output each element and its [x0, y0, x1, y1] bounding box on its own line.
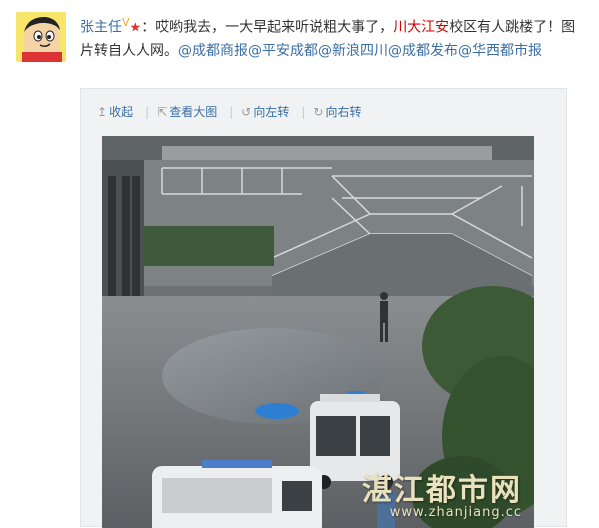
name-separator: ：	[141, 19, 156, 36]
rotate-right-icon: ↻	[313, 105, 324, 119]
media-box: ↥ 收起 | ⇱ 查看大图 | ↺ 向左转 | ↻ 向右转 湛江都市网 www.…	[80, 88, 567, 528]
rotate-right-button[interactable]: ↻ 向右转	[313, 105, 361, 119]
divider: |	[145, 105, 150, 119]
topic-link[interactable]: 川大江安	[393, 20, 449, 36]
image-toolbar: ↥ 收起 | ⇱ 查看大图 | ↺ 向左转 | ↻ 向右转	[97, 103, 373, 120]
vip-icon: V	[122, 16, 130, 29]
avatar[interactable]	[16, 12, 66, 62]
divider: |	[301, 105, 306, 119]
post-text: 张主任V★：哎哟我去，一大早起来听说粗大事了，川大江安校区有人跳楼了！图片转自人…	[80, 12, 585, 62]
collapse-button[interactable]: ↥ 收起	[97, 105, 133, 119]
mention-link[interactable]: @平安成都	[248, 43, 318, 59]
divider: |	[229, 105, 234, 119]
view-large-button[interactable]: ⇱ 查看大图	[157, 105, 217, 119]
star-icon: ★	[129, 20, 142, 36]
watermark: 湛江都市网 www.zhanjiang.cc	[362, 465, 522, 520]
collapse-icon: ↥	[97, 105, 108, 119]
avatar-image	[16, 12, 66, 62]
watermark-text: 湛江都市网	[362, 473, 522, 508]
author-name[interactable]: 张主任	[80, 20, 122, 36]
mention-link[interactable]: @华西都市报	[458, 43, 542, 59]
mention-link[interactable]: @新浪四川	[318, 43, 388, 59]
post-text-part1: 哎哟我去，一大早起来听说粗大事了，	[155, 19, 394, 36]
rotate-left-icon: ↺	[241, 105, 252, 119]
post-photo[interactable]: 湛江都市网 www.zhanjiang.cc	[102, 136, 534, 528]
mention-link[interactable]: @成都发布	[388, 43, 458, 59]
mention-link[interactable]: @成都商报	[178, 43, 248, 59]
external-link-icon: ⇱	[157, 105, 168, 119]
rotate-left-button[interactable]: ↺ 向左转	[241, 105, 289, 119]
